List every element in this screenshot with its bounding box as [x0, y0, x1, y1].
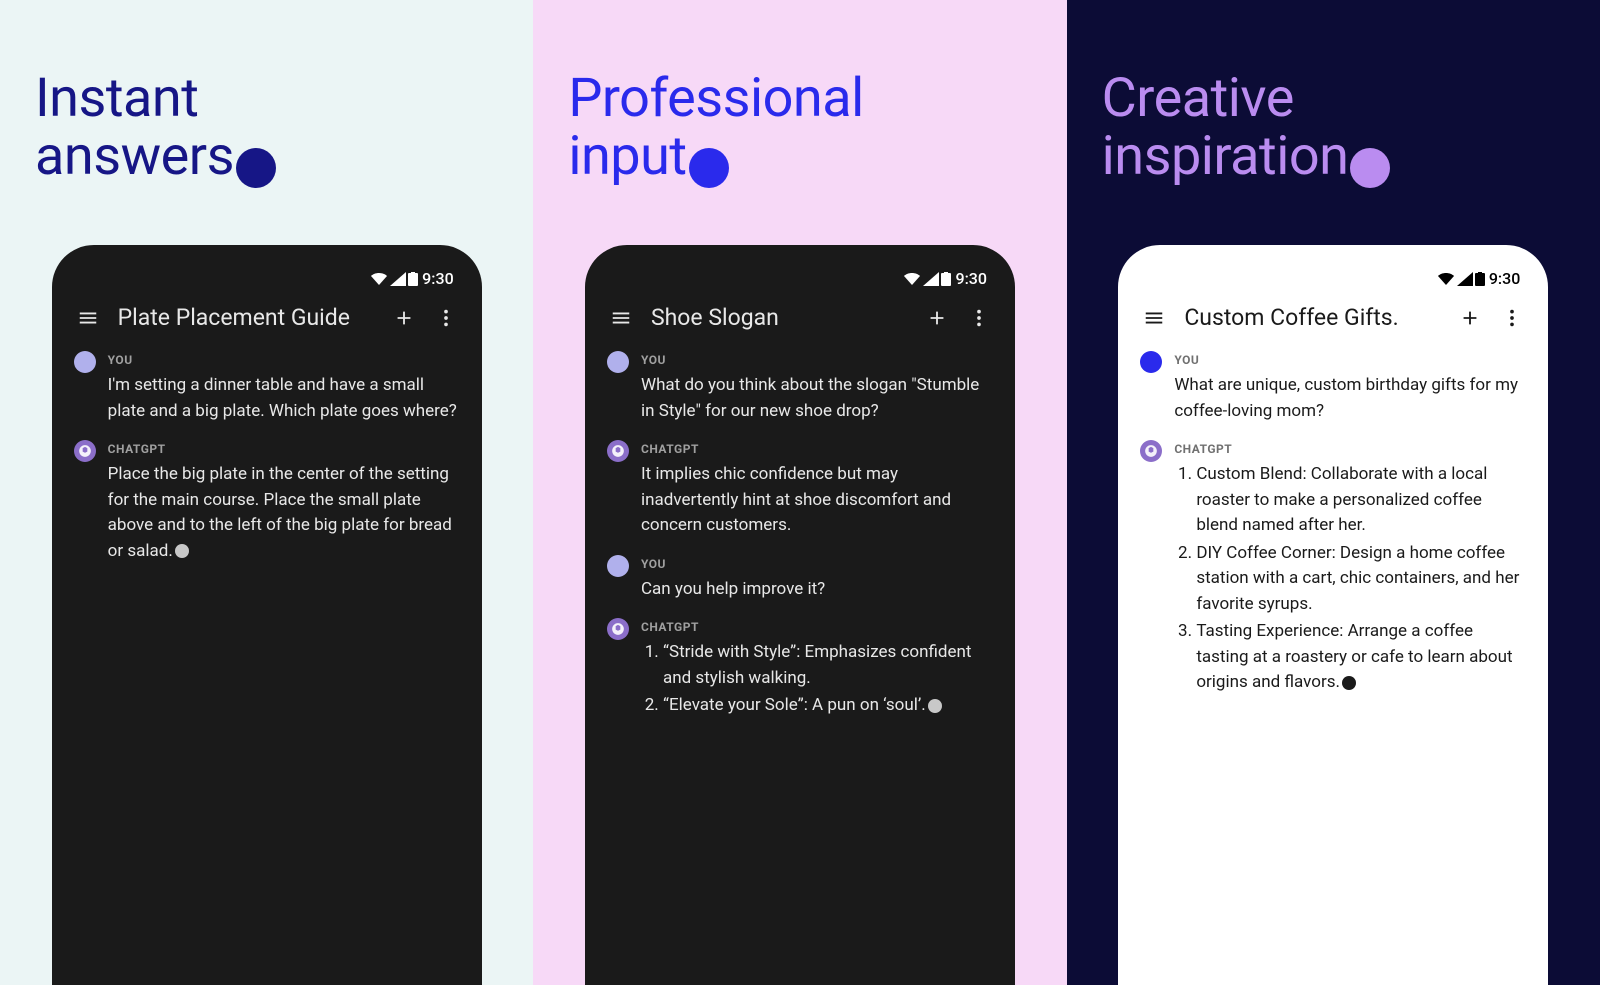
message-text: Place the big plate in the center of the… — [108, 462, 460, 564]
message-role-label: YOU — [641, 353, 993, 367]
message-role-label: YOU — [1174, 353, 1526, 367]
chatgpt-avatar-icon — [74, 440, 96, 462]
wifi-icon — [903, 272, 921, 286]
status-time: 9:30 — [955, 269, 987, 288]
headline-dot-icon — [1350, 148, 1390, 188]
phone-mock-dark: 9:30 Plate Placement Guide YOU I'm setti… — [52, 245, 482, 985]
user-avatar-icon — [74, 351, 96, 373]
headline-line1: Instant — [35, 67, 198, 130]
status-icons — [1437, 272, 1485, 286]
message-list: “Stride with Style”: Emphasizes confiden… — [641, 640, 993, 719]
message-role-label: YOU — [641, 557, 993, 571]
new-chat-icon[interactable] — [925, 306, 949, 330]
chat-title: Custom Coffee Gifts. — [1184, 304, 1440, 331]
promo-panel-professional-input: Professional input 9:30 Shoe Slogan — [533, 0, 1066, 985]
typing-cursor-icon — [928, 699, 942, 713]
message-role-label: YOU — [108, 353, 460, 367]
list-item: DIY Coffee Corner: Design a home coffee … — [1196, 541, 1526, 618]
chatgpt-avatar-icon — [607, 440, 629, 462]
promo-panel-creative-inspiration: Creative inspiration 9:30 Custom Coffee … — [1067, 0, 1600, 985]
chatgpt-avatar-icon — [1140, 440, 1162, 462]
signal-icon — [390, 272, 406, 286]
chat-title: Plate Placement Guide — [118, 304, 374, 331]
chat-message-user: YOU I'm setting a dinner table and have … — [70, 353, 464, 424]
chat-title: Shoe Slogan — [651, 304, 907, 331]
chat-message-assistant: CHATGPT Custom Blend: Collaborate with a… — [1136, 442, 1530, 698]
status-icons — [370, 272, 418, 286]
list-item: Custom Blend: Collaborate with a local r… — [1196, 462, 1526, 539]
wifi-icon — [1437, 272, 1455, 286]
status-bar: 9:30 — [70, 263, 464, 304]
chat-message-user: YOU Can you help improve it? — [603, 557, 997, 603]
battery-icon — [1475, 272, 1485, 286]
battery-icon — [941, 272, 951, 286]
headline-line2: inspiration — [1102, 125, 1349, 188]
headline-line1: Creative — [1102, 67, 1294, 130]
new-chat-icon[interactable] — [1458, 306, 1482, 330]
user-avatar-icon — [607, 555, 629, 577]
chat-message-assistant: CHATGPT “Stride with Style”: Emphasizes … — [603, 620, 997, 721]
message-text: It implies chic confidence but may inadv… — [641, 462, 993, 539]
more-icon[interactable] — [434, 306, 458, 330]
new-chat-icon[interactable] — [392, 306, 416, 330]
signal-icon — [1457, 272, 1473, 286]
headline-line1: Professional — [568, 67, 863, 130]
headline-dot-icon — [689, 148, 729, 188]
headline-dot-icon — [236, 148, 276, 188]
message-role-label: CHATGPT — [641, 442, 993, 456]
user-avatar-icon — [607, 351, 629, 373]
chat-message-user: YOU What do you think about the slogan "… — [603, 353, 997, 424]
message-text: Can you help improve it? — [641, 577, 993, 603]
headline: Professional input — [568, 70, 1031, 190]
app-bar: Shoe Slogan — [603, 304, 997, 353]
chat-message-user: YOU What are unique, custom birthday gif… — [1136, 353, 1530, 424]
message-text: I'm setting a dinner table and have a sm… — [108, 373, 460, 424]
chatgpt-avatar-icon — [607, 618, 629, 640]
list-item: “Stride with Style”: Emphasizes confiden… — [663, 640, 993, 691]
status-bar: 9:30 — [1136, 263, 1530, 304]
headline-line2: answers — [35, 125, 234, 188]
status-time: 9:30 — [422, 269, 454, 288]
menu-icon[interactable] — [609, 306, 633, 330]
list-item: Tasting Experience: Arrange a coffee tas… — [1196, 619, 1526, 696]
chat-message-assistant: CHATGPT Place the big plate in the cente… — [70, 442, 464, 564]
message-role-label: CHATGPT — [1174, 442, 1526, 456]
message-role-label: CHATGPT — [108, 442, 460, 456]
message-text: What are unique, custom birthday gifts f… — [1174, 373, 1526, 424]
headline: Creative inspiration — [1102, 70, 1565, 190]
message-role-label: CHATGPT — [641, 620, 993, 634]
message-list: Custom Blend: Collaborate with a local r… — [1174, 462, 1526, 696]
wifi-icon — [370, 272, 388, 286]
headline-line2: input — [568, 125, 686, 188]
status-bar: 9:30 — [603, 263, 997, 304]
typing-cursor-icon — [175, 544, 189, 558]
phone-mock-light: 9:30 Custom Coffee Gifts. YOU What are u… — [1118, 245, 1548, 985]
list-item: “Elevate your Sole”: A pun on ‘soul’. — [663, 693, 993, 719]
chat-message-assistant: CHATGPT It implies chic confidence but m… — [603, 442, 997, 539]
user-avatar-icon — [1140, 351, 1162, 373]
typing-cursor-icon — [1342, 676, 1356, 690]
app-bar: Plate Placement Guide — [70, 304, 464, 353]
menu-icon[interactable] — [1142, 306, 1166, 330]
battery-icon — [408, 272, 418, 286]
more-icon[interactable] — [1500, 306, 1524, 330]
status-icons — [903, 272, 951, 286]
menu-icon[interactable] — [76, 306, 100, 330]
signal-icon — [923, 272, 939, 286]
more-icon[interactable] — [967, 306, 991, 330]
message-text: What do you think about the slogan "Stum… — [641, 373, 993, 424]
headline: Instant answers — [35, 70, 498, 190]
status-time: 9:30 — [1489, 269, 1521, 288]
phone-mock-dark: 9:30 Shoe Slogan YOU What do you think a… — [585, 245, 1015, 985]
promo-panel-instant-answers: Instant answers 9:30 Plate Placement Gui… — [0, 0, 533, 985]
app-bar: Custom Coffee Gifts. — [1136, 304, 1530, 353]
